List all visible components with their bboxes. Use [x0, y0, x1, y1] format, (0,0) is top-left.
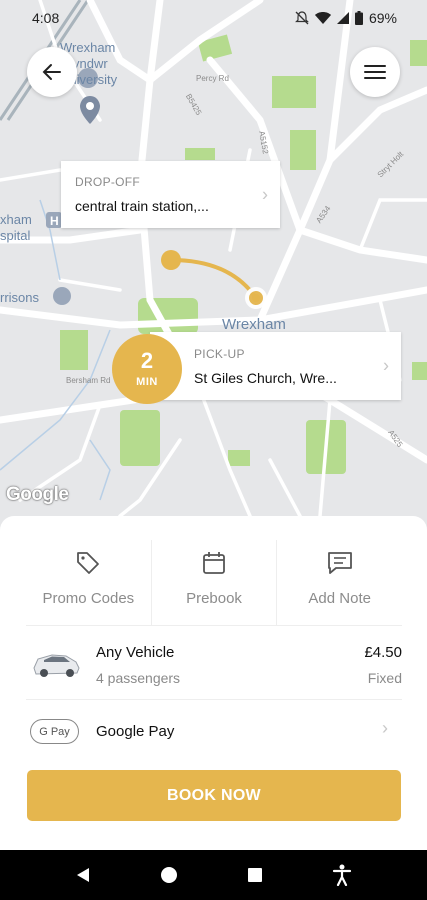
arrow-left-icon: [42, 64, 61, 80]
status-time: 4:08: [32, 10, 60, 26]
dropoff-card[interactable]: DROP-OFF central train station,... ›: [61, 161, 280, 228]
booking-sheet: Promo Codes Prebook Add Note Any Vehicle…: [0, 516, 427, 850]
battery-percent: 69%: [368, 10, 397, 26]
promo-codes-label: Promo Codes: [42, 590, 135, 607]
back-nav-icon[interactable]: [75, 866, 91, 884]
payment-method-name: Google Pay: [96, 723, 175, 740]
vehicle-passengers: 4 passengers: [96, 670, 181, 686]
fare-type: Fixed: [367, 670, 402, 686]
back-button[interactable]: [27, 47, 77, 97]
status-bar: 4:08 69%: [0, 0, 427, 36]
prebook-label: Prebook: [186, 590, 242, 607]
app-screen: H Wrexham Glyndwr University xham spital…: [0, 0, 427, 900]
prebook-button[interactable]: Prebook: [150, 540, 277, 625]
book-now-button[interactable]: BOOK NOW: [27, 770, 401, 821]
map-label-wrexham: Wrexham: [222, 316, 286, 333]
chevron-right-icon: ›: [382, 718, 388, 738]
add-note-label: Add Note: [308, 590, 371, 607]
booking-options: Promo Codes Prebook Add Note: [26, 540, 402, 626]
pickup-value: St Giles Church, Wre...: [194, 370, 337, 386]
road-label-percy: Percy Rd: [196, 74, 229, 83]
eta-number: 2: [140, 348, 154, 373]
mute-icon: [295, 11, 309, 25]
pickup-card[interactable]: PICK-UP St Giles Church, Wre... ›: [150, 332, 401, 400]
system-nav-bar: [0, 850, 427, 900]
home-nav-icon[interactable]: [160, 866, 178, 884]
eta-badge: 2 MIN: [112, 334, 182, 404]
eta-unit: MIN: [136, 376, 158, 388]
map-label-morrisons: rrisons: [0, 290, 40, 305]
dropoff-value: central train station,...: [75, 198, 209, 214]
status-icons: 69%: [295, 10, 397, 26]
dropoff-label: DROP-OFF: [75, 175, 141, 189]
wifi-icon: [314, 11, 331, 24]
accessibility-icon[interactable]: [332, 864, 352, 886]
car-icon: [33, 654, 80, 677]
menu-button[interactable]: [350, 47, 400, 97]
tag-icon: [77, 552, 100, 574]
road-label-bersham: Bersham Rd: [66, 376, 111, 385]
battery-icon: [354, 11, 363, 25]
vehicle-row[interactable]: Any Vehicle 4 passengers £4.50 Fixed: [26, 628, 402, 700]
payment-method-row[interactable]: G Pay Google Pay ›: [26, 702, 402, 762]
promo-codes-button[interactable]: Promo Codes: [26, 540, 151, 625]
google-attribution: Google: [6, 484, 69, 505]
chevron-right-icon: ›: [383, 355, 389, 376]
calendar-icon: [203, 552, 225, 574]
add-note-button[interactable]: Add Note: [276, 540, 402, 625]
vehicle-name: Any Vehicle: [96, 644, 175, 661]
chevron-right-icon: ›: [262, 184, 268, 204]
map-label-hospital: xham spital: [0, 212, 32, 243]
recents-nav-icon[interactable]: [247, 867, 263, 883]
fare-price: £4.50: [364, 644, 402, 661]
pickup-label: PICK-UP: [194, 347, 245, 361]
signal-icon: [336, 12, 349, 24]
hamburger-menu-icon: [364, 65, 386, 79]
svg-text:H: H: [50, 214, 59, 228]
message-icon: [327, 552, 352, 574]
google-pay-badge: G Pay: [30, 719, 79, 744]
